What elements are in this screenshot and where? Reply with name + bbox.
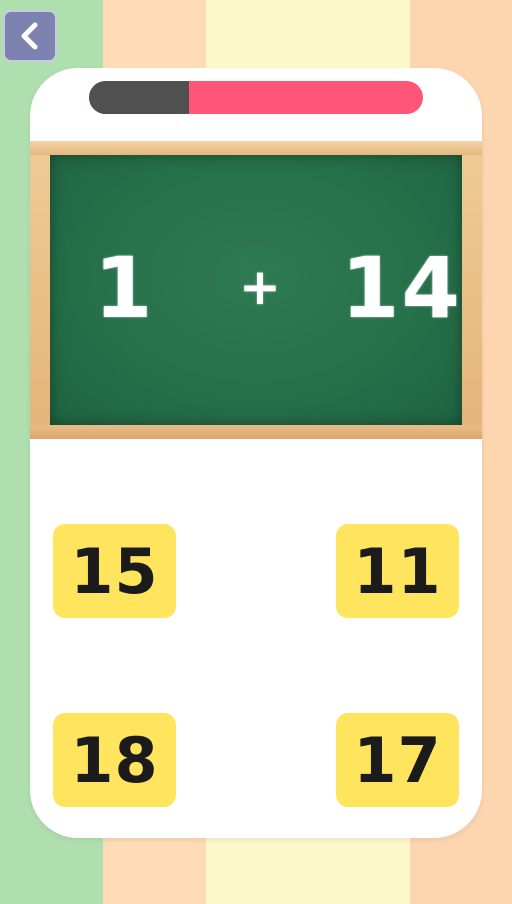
- answer-option-label: 11: [353, 534, 442, 608]
- frame-top: [30, 141, 482, 155]
- progress-bar: [89, 81, 423, 114]
- answer-option-label: 17: [353, 723, 442, 797]
- answer-option-3[interactable]: 18: [53, 713, 176, 807]
- answer-option-label: 18: [70, 723, 159, 797]
- answer-option-1[interactable]: 15: [53, 524, 176, 618]
- equation-operand-b: 14: [341, 239, 462, 337]
- back-button[interactable]: [3, 10, 57, 62]
- frame-bottom: [30, 425, 482, 439]
- answer-option-label: 15: [70, 534, 159, 608]
- progress-fill: [89, 81, 190, 114]
- equation-operand-a: 1: [94, 239, 155, 337]
- answer-option-4[interactable]: 17: [336, 713, 459, 807]
- answer-option-2[interactable]: 11: [336, 524, 459, 618]
- chevron-left-icon: [21, 22, 38, 50]
- equation-operator: +: [239, 258, 283, 316]
